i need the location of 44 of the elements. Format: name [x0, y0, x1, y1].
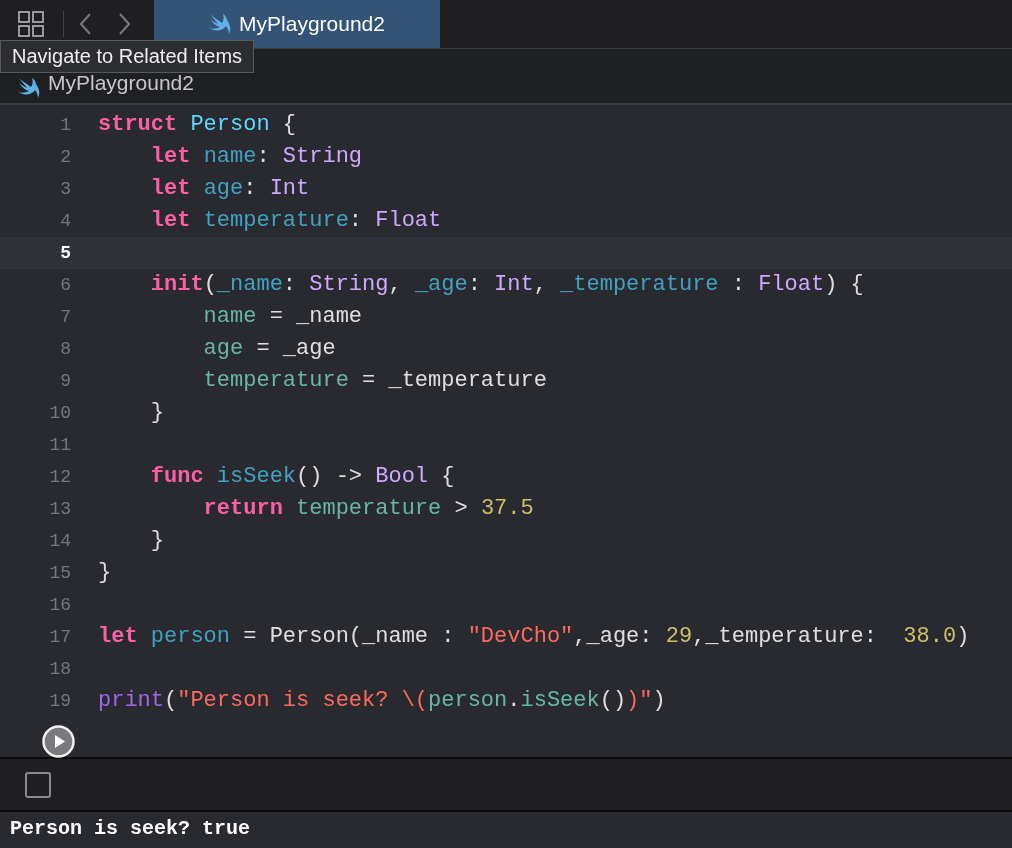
line-number: 14	[48, 530, 71, 553]
swift-bird-icon	[209, 14, 232, 34]
code-line: let name: String	[149, 143, 363, 171]
code-line: temperature = _temperature	[202, 367, 547, 395]
file-tab[interactable]: MyPlayground2	[154, 0, 440, 48]
tooltip: Navigate to Related Items	[0, 40, 255, 73]
line-number: 15	[48, 562, 71, 585]
run-button[interactable]	[42, 725, 75, 758]
swift-bird-icon	[18, 78, 40, 98]
forward-chevron-icon[interactable]	[118, 13, 130, 35]
line-number: 6	[59, 274, 71, 297]
line-number: 13	[48, 498, 71, 521]
code-line: }	[149, 527, 164, 555]
code-line: }	[149, 399, 164, 427]
console-output: Person is seek? true	[9, 816, 252, 842]
code-line: let person = Person(_name : "DevCho",_age: 29,_temperature: 38.0)	[98, 623, 970, 651]
line-number: 3	[59, 178, 71, 201]
code-line: struct Person {	[98, 111, 297, 139]
code-line: age = _age	[202, 335, 336, 363]
code-line: let temperature: Float	[149, 207, 442, 235]
line-number: 19	[48, 690, 71, 713]
related-items-icon[interactable]	[17, 10, 45, 38]
line-number: 7	[59, 306, 71, 329]
code-line: return temperature > 37.5	[202, 495, 534, 523]
line-number: 2	[59, 146, 71, 169]
code-line: init(_name: String, _age: Int, _temperature : Float) {	[149, 271, 864, 299]
code-line: }	[98, 559, 112, 587]
line-number: 4	[59, 210, 71, 233]
code-line: name = _name	[202, 303, 363, 331]
code-line: func isSeek() -> Bool {	[149, 463, 455, 491]
line-number: 1	[59, 114, 71, 137]
line-number: 17	[48, 626, 71, 649]
line-number: 11	[48, 434, 71, 457]
code-line: print("Person is seek? \(person.isSeek())")	[98, 687, 666, 715]
line-number: 18	[48, 658, 71, 681]
line-number: 9	[59, 370, 71, 393]
line-number: 5	[59, 242, 71, 265]
line-number: 8	[59, 338, 71, 361]
code-line: let age: Int	[149, 175, 310, 203]
checkbox[interactable]	[25, 771, 51, 798]
line-number: 10	[48, 402, 71, 425]
line-number: 16	[48, 594, 71, 617]
line-number: 12	[48, 466, 71, 489]
back-chevron-icon[interactable]	[80, 13, 92, 35]
